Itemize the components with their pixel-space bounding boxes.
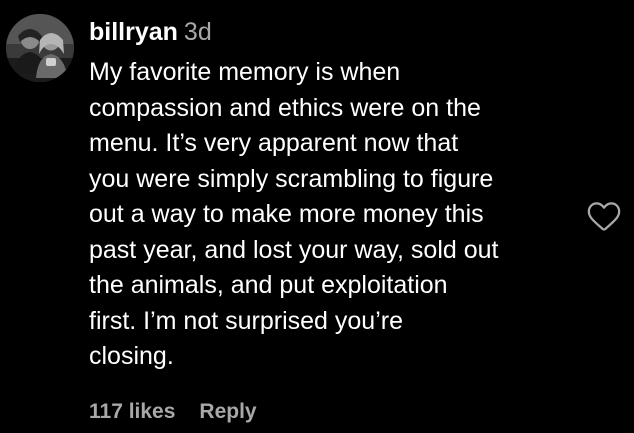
comment-text-line: menu. It’s very apparent now that [89, 129, 459, 157]
comment-text-line: you were simply scrambling to figure [89, 164, 494, 193]
avatar-photo [6, 14, 74, 82]
avatar[interactable] [6, 14, 74, 82]
heart-outline-icon[interactable] [587, 200, 621, 232]
username-link[interactable]: billryan [89, 18, 178, 46]
comment-item: billryan 3d My favorite memory is when co… [0, 0, 634, 433]
comment-text-line: compassion and ethics were on the [89, 93, 481, 122]
comment-text-line: closing. [89, 342, 174, 370]
comment-text-line: out a way to make more money this [89, 200, 484, 228]
likes-count-link[interactable]: 117 likes [89, 400, 175, 423]
comment-text: My favorite memory is when compassion an… [89, 55, 569, 375]
comment-text-line: past year, and lost your way, sold out [89, 235, 499, 264]
comment-footer: 117 likes Reply [89, 396, 257, 428]
comment-text-line: My favorite memory is when [89, 58, 401, 86]
comment-header: billryan 3d [89, 14, 212, 50]
timestamp: 3d [183, 18, 212, 46]
reply-button[interactable]: Reply [199, 400, 256, 423]
comment-text-line: first. I’m not surprised you’re [89, 306, 403, 335]
comment-text-line: the animals, and put exploitation [89, 271, 448, 299]
